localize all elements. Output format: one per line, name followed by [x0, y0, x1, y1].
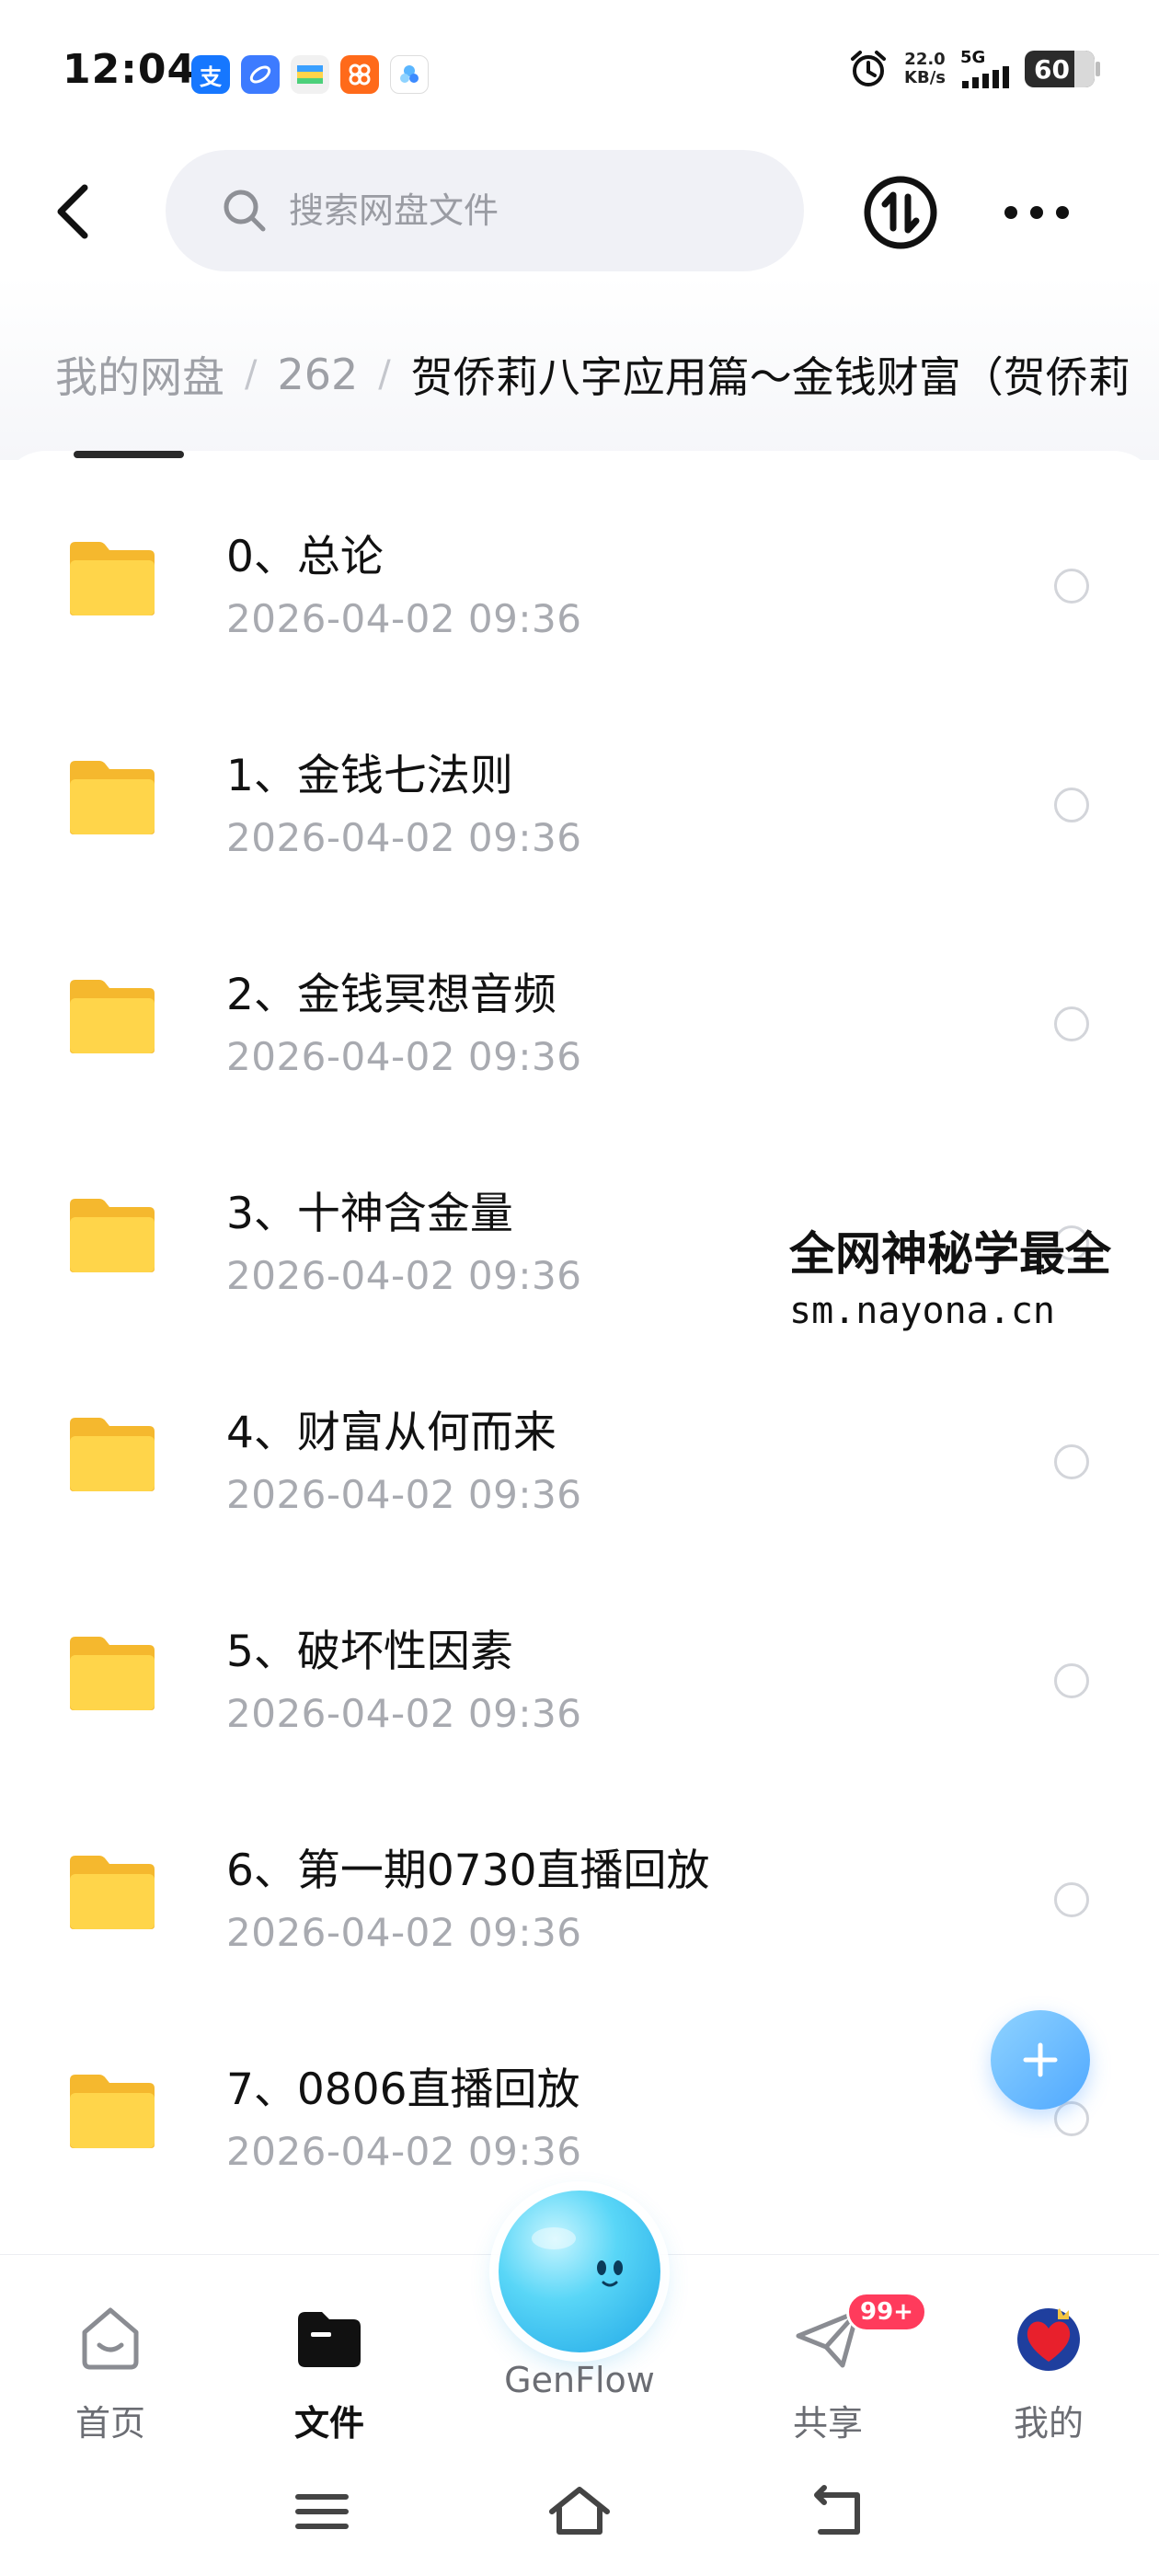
share-badge: 99+: [846, 2292, 927, 2332]
home-outline-icon: [549, 2487, 610, 2535]
orange-app-icon: [340, 55, 379, 94]
breadcrumb-root[interactable]: 我的网盘: [55, 344, 224, 405]
file-row[interactable]: 4、财富从何而来 2026-04-02 09:36: [0, 1327, 1159, 1546]
back-icon: [814, 2485, 860, 2535]
alipay-icon: 支: [191, 55, 230, 94]
folder-icon: [70, 1199, 155, 1272]
back-button[interactable]: [46, 175, 101, 248]
select-checkbox[interactable]: [1054, 2101, 1089, 2136]
avatar-icon: [1017, 2308, 1080, 2371]
folder-icon: [70, 542, 155, 615]
genflow-orb-icon: [499, 2191, 660, 2352]
file-row[interactable]: 7、0806直播回放 2026-04-02 09:36: [0, 1984, 1159, 2202]
transfer-icon: [864, 176, 937, 249]
system-home-button[interactable]: [543, 2475, 616, 2548]
search-icon: [224, 190, 266, 232]
file-name: 2、金钱冥想音频: [226, 970, 557, 1020]
nav-mine-label: 我的: [1013, 2403, 1084, 2444]
home-icon: [82, 2307, 139, 2370]
back-arrow-icon: [57, 184, 88, 239]
blue-app-icon: [241, 55, 280, 94]
transfer-button[interactable]: [863, 175, 938, 250]
file-list: 0、总论 2026-04-02 09:36 1、金钱七法则 2026-04-02…: [0, 451, 1159, 2263]
file-name: 4、财富从何而来: [226, 1408, 557, 1458]
more-dot-icon: [1004, 206, 1017, 219]
breadcrumb-level1[interactable]: 262: [277, 350, 358, 399]
file-name: 5、破坏性因素: [226, 1627, 513, 1677]
more-options-button[interactable]: [1004, 191, 1069, 234]
breadcrumb: 我的网盘 / 262 / 贺侨莉八字应用篇～金钱财富（贺侨莉: [55, 342, 1159, 407]
file-row[interactable]: 6、第一期0730直播回放 2026-04-02 09:36: [0, 1765, 1159, 1984]
nav-genflow[interactable]: GenFlow: [488, 2191, 671, 2430]
system-menu-button[interactable]: [285, 2475, 359, 2548]
file-row[interactable]: 5、破坏性因素 2026-04-02 09:36: [0, 1546, 1159, 1765]
folder-icon: [70, 1418, 155, 1491]
file-row[interactable]: 0、总论 2026-04-02 09:36: [0, 451, 1159, 670]
folder-icon: [70, 1637, 155, 1710]
file-date: 2026-04-02 09:36: [226, 2129, 582, 2174]
select-checkbox[interactable]: [1054, 1444, 1089, 1479]
file-name: 3、十神含金量: [226, 1189, 513, 1239]
breadcrumb-separator: /: [378, 353, 391, 396]
files-icon: [298, 2312, 361, 2367]
watermark-title: 全网神秘学最全: [789, 1227, 1111, 1281]
signal-icon: [962, 66, 1009, 88]
nav-home-label: 首页: [75, 2403, 145, 2444]
nav-share-label: 共享: [792, 2403, 863, 2444]
plus-icon: [1023, 2042, 1058, 2077]
file-date: 2026-04-02 09:36: [226, 1034, 582, 1079]
menu-icon: [295, 2494, 349, 2529]
folder-icon: [70, 761, 155, 834]
nav-files-label: 文件: [293, 2403, 364, 2444]
select-checkbox[interactable]: [1054, 788, 1089, 822]
select-checkbox[interactable]: [1054, 1882, 1089, 1917]
select-checkbox[interactable]: [1054, 1663, 1089, 1698]
file-name: 0、总论: [226, 532, 384, 582]
status-time: 12:04: [63, 46, 197, 93]
search-input[interactable]: [289, 190, 767, 231]
net-speed: 22.0 KB/s: [904, 50, 946, 87]
file-date: 2026-04-02 09:36: [226, 1472, 582, 1517]
folder-icon: [70, 980, 155, 1053]
file-date: 2026-04-02 09:36: [226, 1253, 582, 1298]
select-checkbox[interactable]: [1054, 1006, 1089, 1041]
nav-genflow-label: GenFlow: [504, 2360, 655, 2400]
file-date: 2026-04-02 09:36: [226, 815, 582, 860]
folder-icon: [70, 2075, 155, 2148]
genflow-app-icon: [390, 55, 429, 94]
file-name: 7、0806直播回放: [226, 2064, 580, 2115]
add-button[interactable]: [991, 2010, 1090, 2110]
folder-icon: [70, 1856, 155, 1929]
breadcrumb-current: 贺侨莉八字应用篇～金钱财富（贺侨莉: [410, 352, 1130, 402]
breadcrumb-separator: /: [245, 353, 258, 396]
status-app-icons: 支: [191, 55, 429, 94]
nav-home[interactable]: 首页: [37, 2292, 184, 2448]
file-row[interactable]: 2、金钱冥想音频 2026-04-02 09:36: [0, 889, 1159, 1108]
nav-files[interactable]: 文件: [256, 2292, 403, 2448]
file-date: 2026-04-02 09:36: [226, 596, 582, 641]
file-name: 6、第一期0730直播回放: [226, 1846, 710, 1896]
file-date: 2026-04-02 09:36: [226, 1910, 582, 1955]
watermark-url: sm.nayona.cn: [789, 1290, 1055, 1332]
signal-indicator: 5G: [960, 50, 1010, 88]
status-bar: 12:04 支 22.0 KB/s 5G 60: [0, 0, 1159, 138]
watermark-overlay: 全网神秘学最全 sm.nayona.cn: [789, 1222, 1159, 1336]
system-back-button[interactable]: [800, 2475, 874, 2548]
nav-mine[interactable]: 我的: [975, 2292, 1122, 2448]
more-dot-icon: [1056, 206, 1069, 219]
system-nav-bar: [0, 2466, 1159, 2558]
search-box[interactable]: [166, 150, 804, 271]
battery-indicator: 60: [1025, 51, 1100, 87]
alarm-icon: [851, 51, 887, 86]
file-date: 2026-04-02 09:36: [226, 1691, 582, 1736]
select-checkbox[interactable]: [1054, 569, 1089, 604]
file-name: 1、金钱七法则: [226, 751, 513, 801]
file-row[interactable]: 1、金钱七法则 2026-04-02 09:36: [0, 670, 1159, 889]
status-indicators: 22.0 KB/s 5G 60: [847, 48, 1100, 90]
nav-share[interactable]: 99+ 共享: [754, 2292, 927, 2448]
more-dot-icon: [1030, 206, 1043, 219]
card-app-icon: [291, 55, 329, 94]
